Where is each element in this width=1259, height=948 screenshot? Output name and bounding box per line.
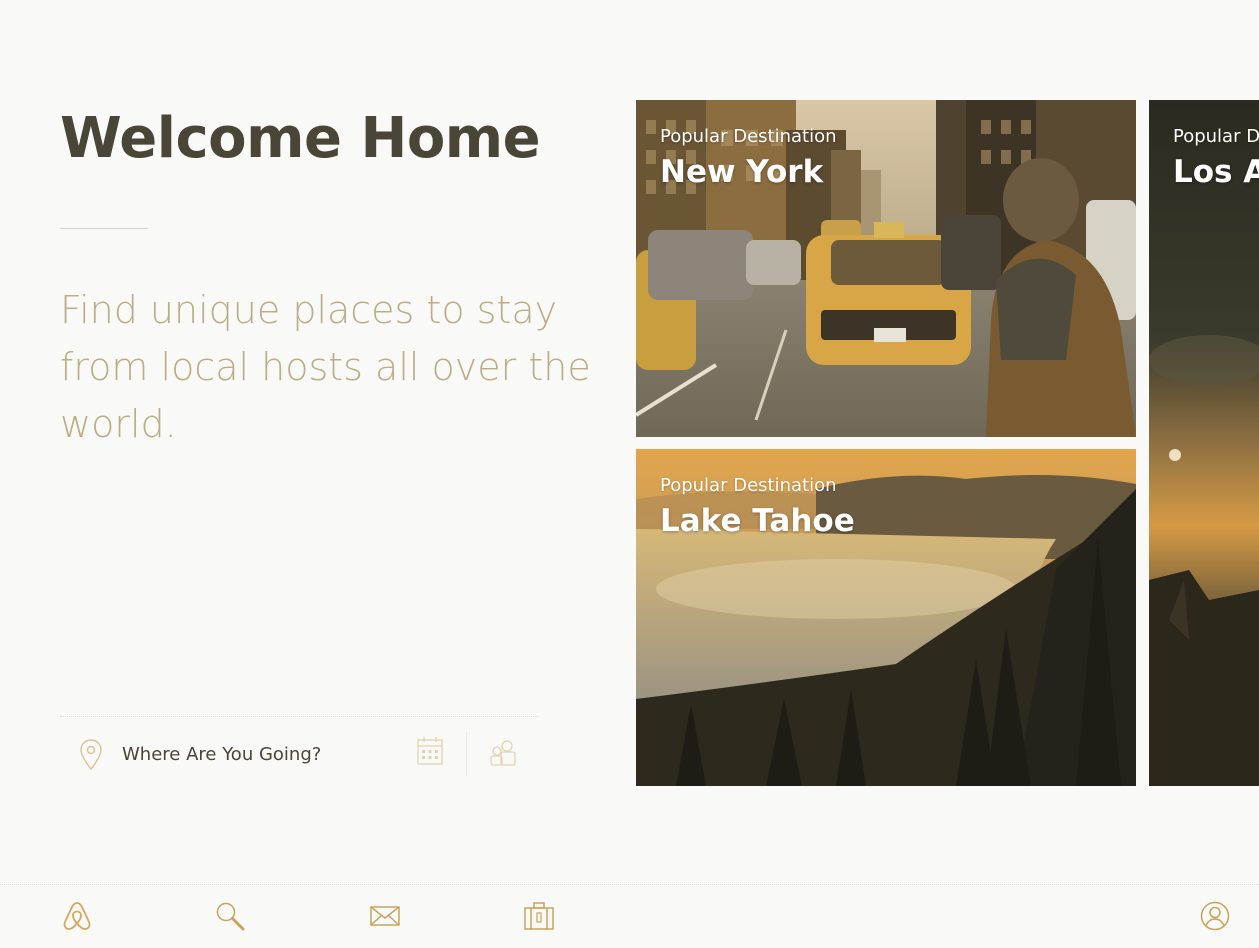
search-icon[interactable] (213, 899, 247, 933)
page-subtitle: Find unique places to stay from local ho… (60, 288, 591, 446)
new-york-image (636, 100, 1136, 437)
search-bar[interactable]: Where Are You Going? (60, 728, 538, 780)
destination-title: New York (660, 154, 824, 190)
lake-tahoe-image (636, 449, 1136, 786)
page-title: Welcome Home (60, 106, 541, 171)
search-top-divider (60, 716, 538, 717)
destination-title: Lake Tahoe (660, 503, 855, 539)
los-angeles-image (1149, 100, 1259, 786)
title-divider (60, 228, 148, 229)
trips-icon[interactable] (522, 899, 556, 933)
airbnb-logo-icon[interactable] (60, 899, 94, 933)
destination-card-lake-tahoe[interactable]: Popular Destination Lake Tahoe (636, 449, 1136, 786)
destination-card-los-angeles[interactable]: Popular D Los A (1149, 100, 1259, 786)
map-pin-icon (78, 738, 104, 772)
destination-kicker: Popular Destination (660, 126, 837, 147)
calendar-icon[interactable] (416, 736, 444, 766)
home-screen: Welcome Home Find unique places to stay … (0, 0, 1259, 948)
destination-title: Los A (1173, 154, 1259, 190)
destination-kicker: Popular D (1173, 126, 1259, 147)
guests-icon[interactable] (488, 738, 518, 768)
messages-icon[interactable] (368, 899, 402, 933)
profile-icon[interactable] (1198, 899, 1232, 933)
destination-card-new-york[interactable]: Popular Destination New York (636, 100, 1136, 437)
search-input[interactable]: Where Are You Going? (122, 744, 321, 765)
tab-bar (0, 885, 1259, 948)
search-separator (466, 732, 467, 776)
destination-kicker: Popular Destination (660, 475, 837, 496)
